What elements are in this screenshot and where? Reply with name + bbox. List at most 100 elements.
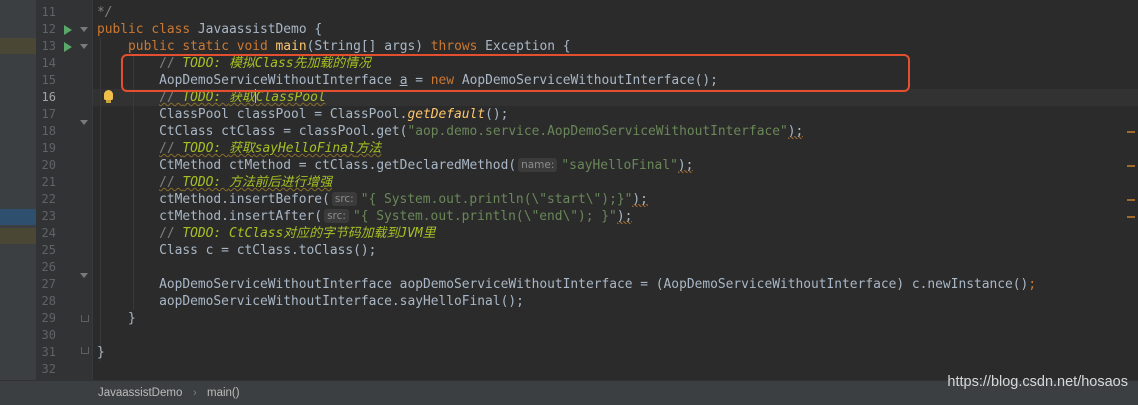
comment-marker: //: [159, 90, 183, 105]
code-text: aopDemoServiceWithoutInterface.sayHelloF…: [159, 294, 524, 309]
todo-tag: TODO:: [182, 90, 229, 105]
fold-icon[interactable]: [80, 273, 88, 280]
line-number: 26: [41, 260, 56, 274]
highlight-annotation-box: [121, 54, 910, 92]
code-line[interactable]: Class c = ctClass.toClass();: [97, 242, 376, 259]
todo-text: CtClass: [228, 226, 284, 241]
todo-text: 里: [422, 226, 436, 241]
fold-icon[interactable]: [80, 27, 88, 34]
string-literal: "{ System.out.println(\"start\");}": [360, 192, 633, 207]
todo-text: 方法前后进行增强: [228, 175, 333, 190]
breadcrumb-class[interactable]: JavaassistDemo: [98, 381, 182, 405]
code-text: ClassPool classPool = ClassPool.: [159, 107, 408, 122]
method-name: main: [275, 39, 307, 54]
exception-type: Exception {: [485, 39, 571, 54]
code-editor[interactable]: 11 12 13 14 15 16 17 18 19 20 21 22 23 2…: [0, 0, 1138, 405]
comment-marker: //: [159, 175, 183, 190]
comment-marker: //: [159, 141, 183, 156]
todo-text: 获取: [228, 90, 255, 105]
code-line[interactable]: aopDemoServiceWithoutInterface.sayHelloF…: [97, 293, 524, 310]
code-line[interactable]: }: [97, 310, 136, 327]
static-method: getDefault: [407, 107, 486, 122]
warning-marker[interactable]: [1127, 216, 1135, 218]
code-line[interactable]: CtClass ctClass = classPool.get("aop.dem…: [97, 123, 804, 140]
parameter-hint: src:: [324, 209, 349, 223]
code-line[interactable]: AopDemoServiceWithoutInterface aopDemoSe…: [97, 276, 1036, 293]
line-number: 15: [41, 73, 56, 87]
semicolon: ;: [1028, 277, 1037, 292]
code-text: );: [787, 124, 804, 139]
code-line[interactable]: public class JavaassistDemo {: [97, 21, 322, 38]
class-name: JavaassistDemo: [197, 22, 307, 37]
todo-text: JVM: [399, 226, 423, 241]
code-line[interactable]: ctMethod.insertBefore(src: "{ System.out.…: [97, 191, 648, 208]
warning-marker[interactable]: [1127, 165, 1135, 167]
keyword: static: [182, 39, 229, 54]
warning-marker[interactable]: [1127, 131, 1135, 133]
line-number: 18: [41, 124, 56, 138]
todo-text: 对应的字节码加载到: [283, 226, 400, 241]
code-line[interactable]: // TODO: 获取sayHelloFinal方法: [97, 140, 381, 157]
code-text: ctMethod.insertAfter(: [159, 209, 323, 224]
line-number: 12: [41, 22, 56, 36]
line-number: 16: [41, 90, 56, 104]
run-icon[interactable]: [64, 25, 72, 35]
call-parens: ();: [485, 107, 509, 122]
todo-tag: TODO:: [182, 175, 229, 190]
code-line[interactable]: public static void main(String[] args) t…: [97, 38, 571, 55]
tool-window-strip: [0, 0, 36, 380]
todo-text: ClassPool: [255, 90, 326, 105]
code-line[interactable]: */: [97, 4, 113, 21]
chevron-right-icon: ›: [193, 387, 197, 399]
code-text: );: [632, 192, 648, 207]
line-number: 28: [41, 294, 56, 308]
fold-end-icon[interactable]: [81, 315, 89, 322]
todo-text: 获取: [228, 141, 255, 156]
line-number: 19: [41, 141, 56, 155]
code-line[interactable]: ClassPool classPool = ClassPool.getDefau…: [97, 106, 508, 123]
breadcrumb-method[interactable]: main(): [207, 381, 240, 405]
keyword: public: [128, 39, 175, 54]
code-line[interactable]: CtMethod ctMethod = ctClass.getDeclaredM…: [97, 157, 694, 174]
todo-text: sayHelloFinal: [254, 141, 356, 156]
line-number: 27: [41, 277, 56, 291]
brace: }: [97, 345, 105, 360]
watermark: https://blog.csdn.net/hosaos: [947, 374, 1128, 390]
line-number: 11: [41, 5, 56, 19]
code-text: CtMethod ctMethod = ctClass.getDeclaredM…: [159, 158, 517, 173]
fold-icon[interactable]: [80, 44, 88, 51]
code-line[interactable]: ctMethod.insertAfter(src: "{ System.out.p…: [97, 208, 633, 225]
line-number: 23: [41, 209, 56, 223]
todo-text: 方法: [355, 141, 382, 156]
code-line[interactable]: // TODO: CtClass对应的字节码加载到JVM里: [97, 225, 436, 242]
comment-end: */: [97, 5, 113, 20]
error-stripe[interactable]: [1126, 0, 1138, 380]
keyword: throws: [430, 39, 478, 54]
strip-marker: [0, 209, 36, 225]
line-number: 20: [41, 158, 56, 172]
fold-end-icon[interactable]: [81, 347, 89, 354]
code-text: );: [677, 158, 694, 173]
comment-marker: //: [159, 226, 183, 241]
line-number: 25: [41, 243, 56, 257]
fold-icon[interactable]: [80, 120, 88, 127]
keyword: class: [151, 22, 191, 37]
code-line[interactable]: }: [97, 344, 105, 361]
strip-marker: [0, 38, 36, 54]
todo-tag: TODO:: [182, 141, 229, 156]
code-text: AopDemoServiceWithoutInterface aopDemoSe…: [159, 277, 1029, 292]
run-icon[interactable]: [64, 42, 72, 52]
line-number: 13: [41, 39, 56, 53]
warning-marker[interactable]: [1127, 199, 1135, 201]
string-literal: "sayHelloFinal": [561, 158, 678, 173]
line-number: 21: [41, 175, 56, 189]
code-text: ctMethod.insertBefore(: [159, 192, 330, 207]
code-line[interactable]: // TODO: 方法前后进行增强: [97, 174, 332, 191]
parameters: (String[] args): [306, 39, 424, 54]
keyword: void: [236, 39, 268, 54]
line-number: 31: [41, 345, 56, 359]
line-number: 24: [41, 226, 56, 240]
line-number: 29: [41, 311, 56, 325]
code-text: CtClass ctClass = classPool.get(: [159, 124, 408, 139]
line-number: 14: [41, 56, 56, 70]
